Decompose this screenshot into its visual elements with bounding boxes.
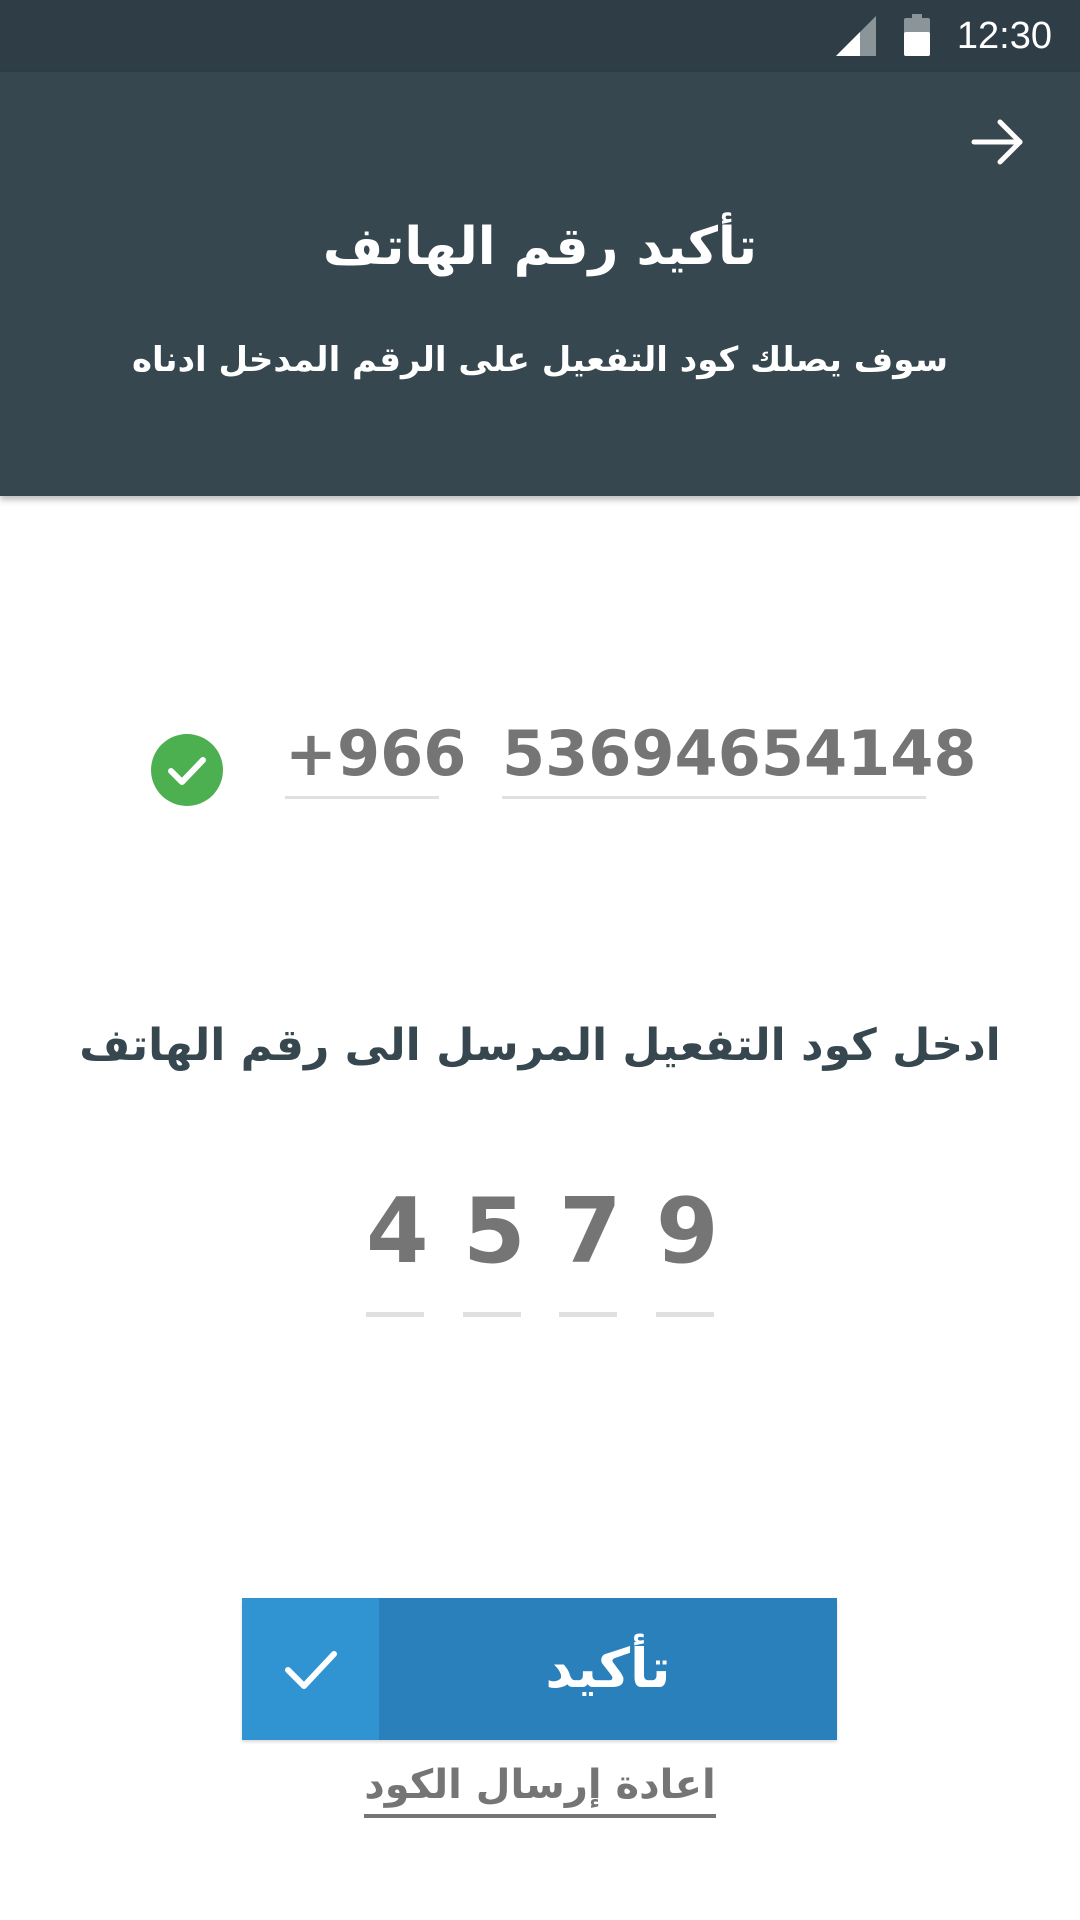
cell-signal-icon: [836, 16, 876, 56]
code-digit-input[interactable]: 4: [366, 1176, 429, 1317]
confirm-check-box: [242, 1598, 379, 1740]
header: تأكيد رقم الهاتف سوف يصلك كود التفعيل عل…: [0, 72, 1080, 496]
check-icon: [285, 1651, 337, 1689]
battery-icon: [904, 14, 930, 56]
resend-code-label[interactable]: اعادة إرسال الكود: [364, 1762, 716, 1818]
forward-arrow-icon[interactable]: [966, 110, 1030, 174]
code-instruction-label: ادخل كود التفعيل المرسل الى رقم الهاتف: [79, 1020, 1001, 1071]
status-time: 12:30: [956, 15, 1052, 57]
status-bar: 12:30: [0, 0, 1080, 72]
country-code-field[interactable]: +966: [285, 712, 466, 799]
phone-number-field[interactable]: 53694654148: [502, 712, 977, 799]
page-subtitle: سوف يصلك كود التفعيل على الرقم المدخل اد…: [131, 340, 949, 380]
verified-check-icon: [151, 734, 223, 806]
page-title: تأكيد رقم الهاتف: [322, 217, 758, 277]
code-digit-input[interactable]: 9: [656, 1176, 719, 1317]
confirm-button[interactable]: تأكيد: [242, 1598, 837, 1740]
code-digit-input[interactable]: 5: [463, 1176, 526, 1317]
resend-code-link[interactable]: اعادة إرسال الكود: [0, 1762, 1080, 1818]
code-digit-input[interactable]: 7: [559, 1176, 622, 1317]
confirm-button-label: تأكيد: [545, 1637, 671, 1700]
